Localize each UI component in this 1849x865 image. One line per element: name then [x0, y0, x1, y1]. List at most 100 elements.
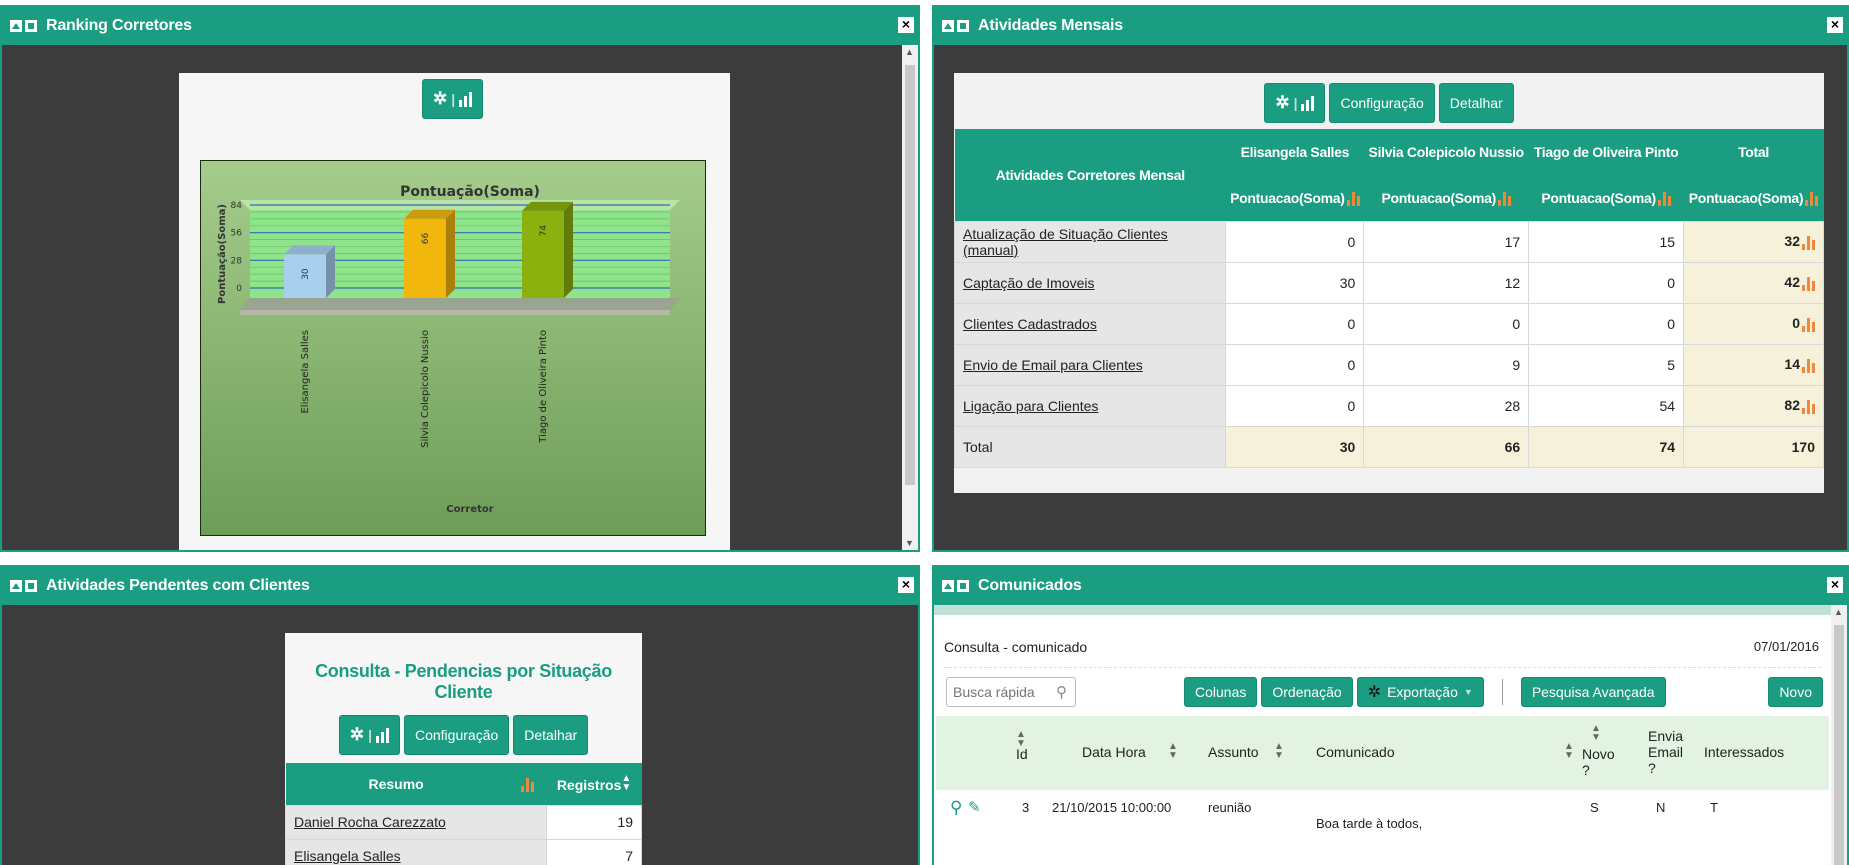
measure-header[interactable]: Pontuacao(Soma): [1528, 175, 1684, 221]
bar-chart-icon[interactable]: [1802, 399, 1815, 414]
panel-title: Comunicados: [978, 577, 1082, 594]
novo-button[interactable]: Novo: [1768, 677, 1823, 707]
row-label-link[interactable]: Ligação para Clientes: [953, 384, 1227, 427]
sort-icon[interactable]: ▲ ▼: [1591, 724, 1601, 743]
caret-down-icon: ▼: [1463, 687, 1473, 697]
interessados-header[interactable]: Interessados: [1704, 744, 1784, 760]
configuracao-button[interactable]: Configuração: [1329, 83, 1435, 123]
data-label: 30: [301, 268, 311, 280]
total-cell: 30: [1225, 425, 1365, 468]
bar-chart-icon[interactable]: [1805, 191, 1819, 206]
row-label-link[interactable]: Envio de Email para Clientes: [953, 343, 1227, 386]
atividades-pendentes-panel: Atividades Pendentes com Clientes × Cons…: [0, 565, 920, 865]
bar-chart-icon[interactable]: [1497, 191, 1511, 206]
data-hora-header[interactable]: Data Hora: [1082, 744, 1146, 760]
table-row: Atualização de Situação Clientes (manual…: [953, 220, 1824, 263]
cell: 0: [1528, 302, 1685, 345]
data-label: 66: [421, 233, 431, 245]
detalhar-button[interactable]: Detalhar: [513, 715, 589, 755]
total-cell: 66: [1363, 425, 1530, 468]
scroll-up-icon[interactable]: ▲: [905, 47, 914, 57]
search-icon[interactable]: ⚲: [1056, 683, 1067, 701]
total-cell[interactable]: 42: [1683, 261, 1824, 304]
detalhar-button[interactable]: Detalhar: [1438, 83, 1514, 123]
pesquisa-avancada-button[interactable]: Pesquisa Avançada: [1520, 677, 1666, 707]
vertical-scrollbar[interactable]: ▲: [1831, 605, 1847, 865]
maximize-icon[interactable]: [957, 580, 969, 592]
sort-icon[interactable]: ▲ ▼: [1274, 742, 1284, 761]
sort-icon[interactable]: ▲ ▼: [621, 774, 631, 793]
row-label-link[interactable]: Atualização de Situação Clientes (manual…: [953, 220, 1227, 263]
bar-chart-icon[interactable]: [1802, 358, 1815, 373]
sort-icon[interactable]: ▲ ▼: [1564, 742, 1574, 761]
chart-options-button[interactable]: ✲ |: [422, 79, 484, 119]
maximize-icon[interactable]: [25, 580, 37, 592]
measure-header[interactable]: Pontuacao(Soma): [1683, 175, 1824, 221]
scroll-up-icon[interactable]: ▲: [1834, 607, 1843, 617]
view-icon[interactable]: ⚲: [950, 798, 962, 818]
maximize-icon[interactable]: [25, 20, 37, 32]
cell: 0: [1225, 384, 1365, 427]
bar: [404, 209, 455, 298]
scroll-down-icon[interactable]: ▼: [905, 538, 914, 548]
bar-chart-icon: [1301, 95, 1315, 111]
measure-header[interactable]: Pontuacao(Soma): [1363, 175, 1529, 221]
chart-options-button[interactable]: ✲ |: [338, 715, 400, 755]
sort-icon[interactable]: ▲ ▼: [1168, 742, 1178, 761]
measure-header[interactable]: Pontuacao(Soma): [1225, 175, 1364, 221]
ordenacao-button[interactable]: Ordenação: [1261, 677, 1353, 707]
total-cell[interactable]: 14: [1683, 343, 1824, 386]
bar-chart-icon[interactable]: [1802, 235, 1815, 250]
panel-header: Atividades Pendentes com Clientes ×: [2, 567, 918, 605]
total-cell[interactable]: 0: [1683, 302, 1824, 345]
edit-icon[interactable]: ✎: [968, 798, 981, 816]
scroll-thumb[interactable]: [905, 65, 915, 485]
row-label-link[interactable]: Daniel Rocha Carezzato: [284, 804, 548, 840]
close-icon[interactable]: ×: [1827, 17, 1843, 33]
novo-header[interactable]: Novo ?: [1582, 746, 1615, 778]
table-row: Ligação para Clientes 0 28 54 82: [953, 384, 1824, 427]
row-label-link[interactable]: Clientes Cadastrados: [953, 302, 1227, 345]
registros-header[interactable]: Registros▲ ▼: [546, 763, 642, 805]
y-axis-label: Pontuação(Soma): [217, 204, 228, 304]
cell-novo: S: [1590, 800, 1599, 815]
comunicado-header[interactable]: Comunicado: [1316, 744, 1395, 760]
assunto-header[interactable]: Assunto: [1208, 744, 1259, 760]
bar-chart-icon[interactable]: [1802, 317, 1815, 332]
bar-chart-icon[interactable]: [1802, 276, 1815, 291]
collapse-icon[interactable]: [10, 20, 22, 32]
vertical-scrollbar[interactable]: ▲ ▼: [902, 45, 918, 550]
close-icon[interactable]: ×: [898, 17, 914, 33]
maximize-icon[interactable]: [957, 20, 969, 32]
exportacao-button[interactable]: ✲ Exportação ▼: [1356, 677, 1484, 707]
configuracao-button[interactable]: Configuração: [403, 715, 510, 755]
colunas-button[interactable]: Colunas: [1184, 677, 1258, 707]
total-cell[interactable]: 82: [1683, 384, 1824, 427]
close-icon[interactable]: ×: [1827, 577, 1843, 593]
scroll-thumb[interactable]: [1834, 625, 1844, 865]
bar-chart-icon[interactable]: [1657, 191, 1671, 206]
close-icon[interactable]: ×: [898, 577, 914, 593]
x-tick-label: Elisangela Salles: [300, 330, 311, 414]
envia-email-header[interactable]: Envia Email ?: [1648, 728, 1692, 776]
collapse-icon[interactable]: [942, 580, 954, 592]
table-row: Clientes Cadastrados 0 0 0 0: [953, 302, 1824, 345]
total-cell[interactable]: 32: [1683, 220, 1824, 263]
collapse-icon[interactable]: [10, 580, 22, 592]
table-row: ⚲ ✎ 3 21/10/2015 10:00:00 reunião Boa ta…: [936, 790, 1829, 840]
panel-title: Ranking Corretores: [46, 17, 192, 34]
panel-title: Atividades Mensais: [978, 17, 1123, 34]
cell: 0: [1225, 302, 1365, 345]
bar-chart-icon[interactable]: [521, 777, 535, 792]
cell: 17: [1363, 220, 1530, 263]
y-tick-label: 56: [231, 229, 243, 239]
row-label-link[interactable]: Captação de Imoveis: [953, 261, 1227, 304]
bar-chart-icon[interactable]: [1346, 191, 1360, 206]
collapse-icon[interactable]: [942, 20, 954, 32]
y-tick-label: 28: [231, 256, 243, 266]
chart-toggle[interactable]: [506, 763, 547, 805]
chart-options-button[interactable]: ✲ |: [1264, 83, 1326, 123]
panel-title: Atividades Pendentes com Clientes: [46, 577, 310, 594]
row-label-link[interactable]: Elisangela Salles: [284, 838, 548, 865]
grand-total-cell: 170: [1683, 425, 1824, 468]
